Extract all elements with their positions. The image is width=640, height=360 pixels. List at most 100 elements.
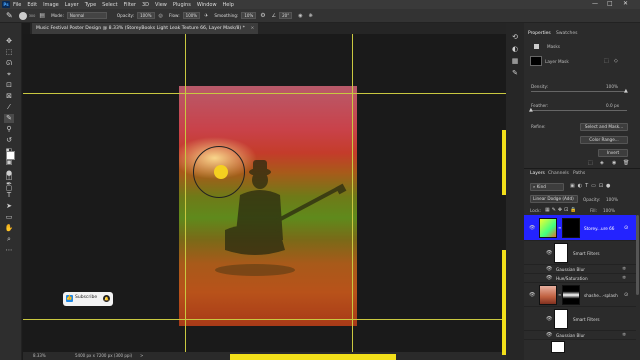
layer-opacity-value[interactable]: 100%: [606, 197, 618, 202]
smart-filter-mask-thumbnail[interactable]: [554, 309, 568, 329]
load-selection-icon[interactable]: ⬚: [588, 160, 593, 166]
disable-mask-icon[interactable]: ◉: [612, 160, 616, 166]
path-select-tool-icon[interactable]: ➤: [4, 202, 14, 211]
visibility-eye-icon[interactable]: 👁: [546, 275, 552, 281]
opacity-field[interactable]: 100%: [137, 12, 155, 19]
menu-edit[interactable]: Edit: [27, 2, 37, 8]
flow-field[interactable]: 100%: [182, 12, 201, 19]
filter-row-gaussian-blur[interactable]: 👁 Gaussian Blur ≑: [524, 265, 636, 274]
pressure-size-icon[interactable]: ◉: [298, 13, 302, 19]
status-arrow[interactable]: >: [140, 353, 143, 358]
hand-tool-icon[interactable]: ✋: [4, 224, 14, 233]
guide-horizontal-bottom[interactable]: [23, 319, 506, 320]
filter-options-icon[interactable]: ≑: [622, 266, 626, 272]
layer-name[interactable]: Storey...ure 66: [584, 226, 614, 231]
clone-stamp-tool-icon[interactable]: ⚲: [4, 125, 14, 134]
visibility-eye-icon[interactable]: 👁: [546, 266, 552, 272]
angle-field[interactable]: 20°: [279, 12, 293, 19]
minimize-button[interactable]: —: [592, 0, 598, 7]
brush-tool-icon[interactable]: ✎: [6, 11, 13, 20]
restore-button[interactable]: □: [607, 0, 613, 7]
crop-tool-icon[interactable]: ⊡: [4, 81, 14, 90]
vector-mask-icon[interactable]: ◇: [614, 58, 618, 64]
pressure-opacity-icon[interactable]: ◎: [159, 13, 163, 19]
layer-row-splash[interactable]: 👁 ∞ shashe...-splash ⊙: [524, 283, 636, 307]
smoothing-settings-icon[interactable]: ⚙: [260, 12, 265, 19]
eyedropper-tool-icon[interactable]: ⁄: [4, 103, 14, 112]
delete-mask-icon[interactable]: 🗑: [623, 160, 629, 166]
smoothing-field[interactable]: 10%: [241, 12, 257, 19]
subscribe-button[interactable]: 👍 Subscribe 🔔: [63, 292, 113, 306]
filter-row-gaussian-blur[interactable]: 👁 Gaussian Blur ≑: [524, 331, 636, 340]
zoom-tool-icon[interactable]: ⌕: [4, 235, 14, 244]
move-tool-icon[interactable]: ✥: [4, 37, 14, 46]
foreground-color-swatch[interactable]: [6, 151, 15, 160]
more-tools-icon[interactable]: ⋯: [4, 246, 14, 255]
layer-filter-icons[interactable]: ▣◐T▭⊡●: [570, 183, 613, 189]
layer-mask-thumbnail[interactable]: [562, 218, 580, 238]
quick-mask-icon[interactable]: ◫: [4, 173, 14, 182]
quick-select-tool-icon[interactable]: ⌖: [4, 70, 14, 79]
close-tab-icon[interactable]: ×: [250, 26, 254, 31]
tab-paths[interactable]: Paths: [573, 171, 585, 176]
history-panel-icon[interactable]: ⟲: [510, 33, 520, 42]
feather-slider[interactable]: [531, 110, 627, 111]
color-range-button[interactable]: Color Range...: [580, 136, 628, 144]
tab-layers[interactable]: Layers: [530, 171, 545, 176]
visibility-eye-icon[interactable]: 👁: [529, 292, 535, 298]
apply-mask-icon[interactable]: ◈: [600, 160, 604, 166]
filter-options-icon[interactable]: ≑: [622, 332, 626, 338]
frame-tool-icon[interactable]: ⊠: [4, 92, 14, 101]
layer-filter-kind-select[interactable]: ⌕ Kind: [530, 183, 564, 191]
menu-filter[interactable]: Filter: [124, 2, 136, 8]
screen-mode-icon[interactable]: ▢: [4, 184, 14, 193]
filter-options-icon[interactable]: ≑: [622, 275, 626, 281]
smart-filter-mask-thumbnail[interactable]: [554, 243, 568, 263]
lock-icons[interactable]: ▦✎✥⊡🔒: [545, 207, 579, 213]
menu-window[interactable]: Window: [197, 2, 217, 8]
document-tab[interactable]: Music Festival Poster Design @ 8.33% (St…: [32, 23, 259, 34]
guide-horizontal-top[interactable]: [23, 93, 506, 94]
layer-name[interactable]: shashe...-splash: [584, 293, 618, 298]
brushes-panel-icon[interactable]: ✎: [510, 69, 520, 78]
density-slider[interactable]: [531, 91, 627, 92]
shape-tool-icon[interactable]: ▭: [4, 213, 14, 222]
density-slider-handle-icon[interactable]: ▲: [624, 88, 628, 94]
lasso-tool-icon[interactable]: ᘏ: [4, 59, 14, 68]
select-mask-icon[interactable]: ⬚: [604, 58, 609, 64]
density-value[interactable]: 100%: [606, 84, 618, 89]
mode-select[interactable]: Normal: [66, 12, 107, 19]
brush-tool-icon[interactable]: ✎: [4, 114, 14, 123]
menu-file[interactable]: File: [13, 2, 21, 8]
layer-mask-thumbnail[interactable]: [562, 285, 580, 305]
link-icon[interactable]: ∞: [558, 225, 561, 230]
feather-value[interactable]: 0.0 px: [606, 103, 619, 108]
blend-mode-select[interactable]: Linear Dodge (Add): [530, 195, 578, 203]
layer-row-light-leak[interactable]: 👁 ∞ Storey...ure 66 ⊙: [524, 215, 636, 241]
smart-filters-row[interactable]: 👁 Smart Filters: [524, 307, 636, 331]
fill-value[interactable]: 100%: [603, 208, 615, 213]
visibility-eye-icon[interactable]: 👁: [546, 316, 552, 322]
menu-image[interactable]: Image: [43, 2, 59, 8]
select-and-mask-button[interactable]: Select and Mask...: [580, 123, 628, 131]
menu-view[interactable]: View: [155, 2, 167, 8]
libraries-panel-icon[interactable]: ▦: [510, 57, 520, 66]
filter-row-hue-saturation[interactable]: 👁 Hue/Saturation ≑: [524, 274, 636, 283]
close-button[interactable]: ✕: [623, 0, 628, 7]
marquee-tool-icon[interactable]: ⬚: [4, 48, 14, 57]
layers-scrollbar[interactable]: [636, 215, 639, 295]
invert-button[interactable]: Invert: [598, 149, 628, 157]
menu-3d[interactable]: 3D: [142, 2, 149, 8]
airbrush-icon[interactable]: ✈: [204, 13, 208, 19]
link-icon[interactable]: ∞: [558, 292, 561, 297]
menu-plugins[interactable]: Plugins: [173, 2, 191, 8]
menu-layer[interactable]: Layer: [65, 2, 79, 8]
zoom-level[interactable]: 8.33%: [33, 353, 46, 358]
feather-slider-handle-icon[interactable]: ▲: [529, 107, 533, 113]
adjustments-panel-icon[interactable]: ◐: [510, 45, 520, 54]
pixel-mask-icon[interactable]: [534, 44, 539, 49]
menu-select[interactable]: Select: [102, 2, 117, 8]
brush-settings-icon[interactable]: ▤: [39, 12, 45, 19]
symmetry-icon[interactable]: ❋: [309, 13, 313, 19]
tab-properties[interactable]: Properties: [528, 31, 551, 36]
